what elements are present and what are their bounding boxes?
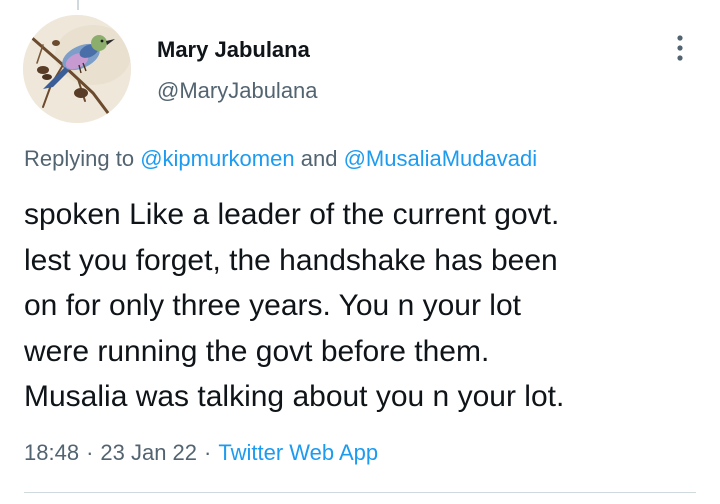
replying-to-label: Replying to [24, 146, 135, 171]
tweet-text-line: lest you forget, the handshake has been [24, 243, 558, 277]
tweet-date[interactable]: 23 Jan 22 [100, 440, 197, 465]
divider [24, 492, 696, 493]
tweet-text-line: were running the govt before them. [24, 334, 490, 368]
bird-on-branch-avatar-icon [23, 15, 131, 123]
replying-to-line: Replying to @kipmurkomen and @MusaliaMud… [24, 146, 537, 172]
tweet-text-line: Musalia was talking about you n your lot… [24, 380, 565, 413]
mention-link-kipmurkomen[interactable]: @kipmurkomen [140, 146, 294, 171]
tweet-source-link[interactable]: Twitter Web App [218, 440, 378, 465]
tweet-text-line: on for only three years. You n your lot [24, 289, 521, 322]
tweet-text-line: spoken Like a leader of the current govt… [24, 198, 560, 231]
meta-separator: · [86, 440, 94, 465]
avatar[interactable] [23, 15, 131, 123]
meta-separator: · [204, 440, 212, 465]
more-vertical-icon[interactable] [664, 30, 696, 66]
mention-link-musaliamudavadi[interactable]: @MusaliaMudavadi [344, 146, 538, 171]
author-handle[interactable]: @MaryJabulana [157, 78, 318, 104]
tweet-text: spoken Like a leader of the current govt… [24, 192, 704, 420]
replying-conjunction: and [300, 146, 338, 171]
thread-connector-line [77, 0, 79, 10]
author-name[interactable]: Mary Jabulana [157, 37, 310, 63]
tweet-metadata: 18:48 · 23 Jan 22 · Twitter Web App [24, 440, 378, 466]
tweet-time[interactable]: 18:48 [24, 440, 79, 465]
